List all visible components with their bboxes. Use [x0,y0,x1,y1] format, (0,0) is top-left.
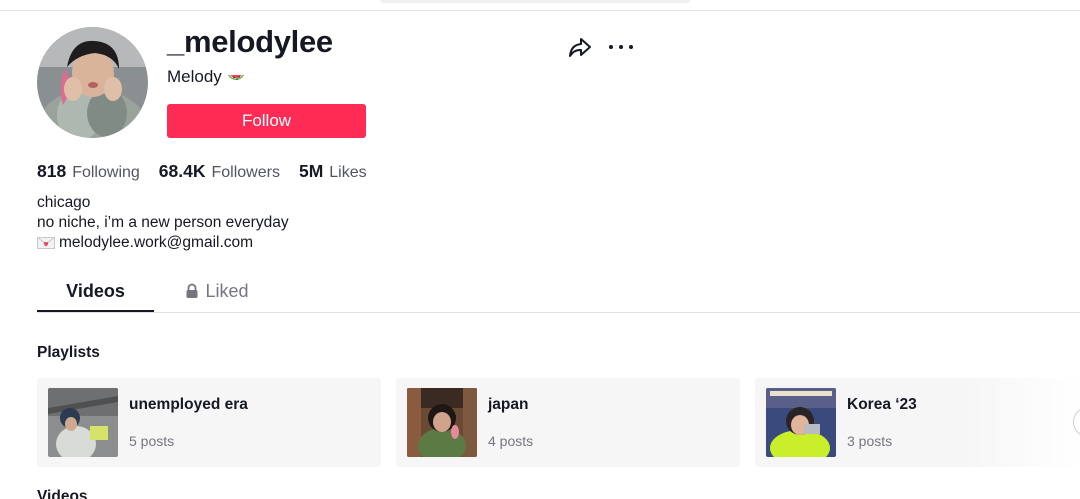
playlist-count: 4 posts [488,433,534,449]
more-dot [619,45,623,49]
playlist-thumbnail [407,388,477,457]
playlist-count: 5 posts [129,433,175,449]
stat-value: 818 [37,161,67,181]
bio-line-tagline: no niche, i’m a new person everyday [37,214,289,231]
playlist-name: unemployed era [129,396,248,413]
love-letter-icon [37,237,55,249]
stat-value: 68.4K [158,161,206,181]
stat-followers[interactable]: 68.4K Followers [159,161,280,182]
playlists-heading: Playlists [37,344,100,361]
tab-videos[interactable]: Videos [37,275,154,313]
playlist-thumbnail [48,388,118,457]
videos-heading: Videos [37,488,88,499]
watermelon-icon [227,75,244,80]
playlist-card[interactable]: unemployed era 5 posts [37,378,381,467]
profile-username: _melodylee [167,24,333,59]
tab-liked[interactable]: Liked [177,275,257,313]
profile-stats: 818 Following 68.4K Followers 5M Likes [37,161,386,182]
nickname-text: Melody [167,67,222,86]
lock-icon [186,283,198,298]
profile-tabs: Videos Liked [37,275,1080,313]
stat-label: Followers [211,164,280,181]
stat-following[interactable]: 818 Following [37,161,140,182]
playlist-count: 3 posts [847,433,893,449]
bio-email-text[interactable]: melodylee.work@gmail.com [59,233,253,253]
header-divider [0,10,1080,11]
search-bar-edge[interactable] [380,0,690,3]
stat-value: 5M [298,161,324,181]
tab-liked-label: Liked [205,281,249,301]
playlist-card[interactable]: japan 4 posts [396,378,740,467]
playlist-thumbnail [766,388,836,457]
stat-label: Following [72,164,140,181]
bio-line-location: chicago [37,194,91,211]
playlist-card[interactable]: Korea ‘23 3 posts [755,378,1080,467]
more-icon[interactable] [609,37,633,57]
more-dot [629,45,633,49]
stat-label: Likes [329,164,367,181]
stat-likes: 5M Likes [299,161,367,182]
playlist-name: japan [488,396,529,413]
bio-line-email: melodylee.work@gmail.com [37,233,289,253]
avatar[interactable] [37,27,148,138]
profile-nickname: Melody [167,67,246,87]
profile-bio: chicago no niche, i’m a new person every… [37,193,289,253]
more-dot [609,45,613,49]
share-icon[interactable] [568,36,592,58]
playlist-name: Korea ‘23 [847,396,917,413]
active-tab-indicator [37,310,154,312]
follow-button[interactable]: Follow [167,104,366,138]
